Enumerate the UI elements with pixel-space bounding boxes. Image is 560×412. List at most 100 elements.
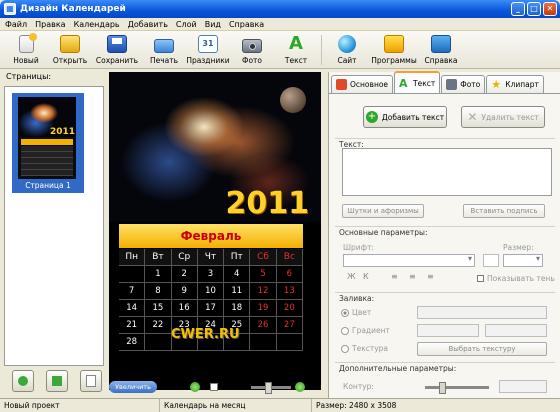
app-icon: ▦ — [4, 3, 16, 15]
day-cell: 18 — [224, 300, 251, 317]
day-cell — [276, 334, 303, 351]
fill-color-field[interactable] — [417, 306, 547, 319]
weekday-label: Сб — [250, 249, 277, 266]
site-button[interactable]: Сайт — [325, 31, 369, 69]
globe-icon — [338, 35, 356, 53]
menu-calendar[interactable]: Календарь — [74, 20, 120, 29]
gradient-start-field[interactable] — [417, 324, 479, 337]
tab-clipart[interactable]: ★ Клипарт — [486, 75, 544, 93]
day-cell: 7 — [119, 283, 146, 300]
calendar-31-icon: 31 — [198, 35, 218, 53]
font-label: Шрифт: — [343, 243, 374, 252]
italic-icon[interactable]: К — [363, 272, 369, 281]
menu-file[interactable]: Файл — [5, 20, 27, 29]
weekday-label: Чт — [197, 249, 225, 266]
tab-main[interactable]: Основное — [331, 75, 394, 93]
align-center-icon[interactable]: ≡ — [409, 272, 416, 281]
save-button[interactable]: Сохранить — [92, 31, 142, 69]
week-row: 14 15 16 17 18 19 20 — [119, 300, 303, 317]
printer-icon — [154, 39, 174, 53]
open-button[interactable]: Открыть — [48, 31, 92, 69]
delete-page-icon — [86, 375, 96, 387]
programs-button[interactable]: Программы — [369, 31, 419, 69]
week-row: 7 8 9 10 11 12 13 — [119, 283, 303, 300]
help-button[interactable]: Справка — [419, 31, 463, 69]
text-input[interactable] — [342, 148, 552, 196]
page-thumbnail-selected[interactable]: 2011 Страница 1 — [12, 93, 84, 193]
day-cell: 22 — [145, 317, 172, 334]
folder-open-icon — [60, 35, 80, 53]
bold-icon[interactable]: Ж — [347, 272, 356, 281]
zoom-in-button[interactable]: Увеличить — [109, 381, 157, 393]
pages-label: Страницы: — [6, 72, 52, 81]
copy-page-icon — [52, 376, 62, 386]
text-tab-icon: A — [399, 76, 408, 90]
font-color-box[interactable] — [483, 254, 499, 267]
day-cell: 1 — [145, 266, 172, 283]
day-cell: 17 — [197, 300, 225, 317]
align-right-icon[interactable]: ≡ — [427, 272, 434, 281]
status-calendar-type: Календарь на месяц — [160, 398, 312, 412]
menu-add[interactable]: Добавить — [128, 20, 168, 29]
grid-checkbox[interactable] — [209, 383, 218, 391]
day-cell — [250, 334, 277, 351]
pages-panel: Страницы: 2011 Страница 1 — [4, 72, 104, 398]
holidays-button[interactable]: 31 Праздники — [186, 31, 230, 69]
menu-layer[interactable]: Слой — [176, 20, 197, 29]
tab-text[interactable]: A Текст — [394, 71, 441, 93]
font-select[interactable] — [343, 254, 475, 267]
calendar-canvas[interactable]: 2011 Февраль Пн Вт Ср Чт Пт Сб Вс 123456… — [109, 72, 321, 390]
pages-list[interactable]: 2011 Страница 1 — [4, 86, 104, 366]
text-button[interactable]: A Текст — [274, 31, 318, 69]
tab-photo[interactable]: Фото — [441, 75, 486, 93]
menu-edit[interactable]: Правка — [35, 20, 65, 29]
contour-slider[interactable] — [425, 382, 489, 394]
minimize-button[interactable]: _ — [511, 2, 525, 16]
day-cell: 28 — [119, 334, 146, 351]
jokes-button[interactable]: Шутки и афоризмы — [342, 204, 424, 218]
grid-apply-icon[interactable] — [295, 382, 306, 392]
close-button[interactable]: ✕ — [543, 2, 557, 16]
day-cell: 3 — [197, 266, 225, 283]
grid-slider[interactable] — [251, 381, 292, 394]
section-divider — [335, 138, 555, 139]
contour-label: Контур: — [343, 382, 374, 391]
contour-color-field[interactable] — [499, 380, 547, 393]
delete-text-button[interactable]: ✕ Удалить текст — [461, 106, 545, 128]
fill-texture-radio[interactable]: Текстура — [341, 344, 388, 353]
weekday-row: Пн Вт Ср Чт Пт Сб Вс — [119, 249, 303, 266]
maximize-button[interactable]: □ — [527, 2, 541, 16]
delete-page-button[interactable] — [80, 370, 102, 392]
photo-button[interactable]: Фото — [230, 31, 274, 69]
fill-color-radio[interactable]: Цвет — [341, 308, 371, 317]
menu-view[interactable]: Вид — [205, 20, 221, 29]
page-thumbnail-image: 2011 — [18, 97, 76, 179]
choose-texture-button[interactable]: Выбрать текстуру — [417, 342, 547, 356]
canvas-controls: Увеличить 27% Сетка — [109, 380, 327, 394]
day-cell: 14 — [119, 300, 146, 317]
fill-gradient-radio[interactable]: Градиент — [341, 326, 390, 335]
show-shadow-checkbox[interactable]: Показывать тень — [477, 274, 555, 283]
add-page-button[interactable] — [12, 370, 34, 392]
section-divider — [335, 362, 555, 363]
calendar-month[interactable]: Февраль — [119, 224, 303, 248]
print-button[interactable]: Печать — [142, 31, 186, 69]
zoom-reset-icon[interactable] — [189, 382, 200, 392]
insert-caption-button[interactable]: Вставить подпись — [463, 204, 545, 218]
new-button[interactable]: Новый — [4, 31, 48, 69]
add-text-button[interactable]: + Добавить текст — [363, 106, 447, 128]
status-project: Новый проект — [0, 398, 160, 412]
clipart-star-icon: ★ — [491, 78, 502, 91]
title-bar: ▦ Дизайн Календарей _ □ ✕ — [0, 0, 560, 18]
gradient-end-field[interactable] — [485, 324, 547, 337]
size-select[interactable] — [503, 254, 543, 267]
menu-help[interactable]: Справка — [229, 20, 264, 29]
copy-page-button[interactable] — [46, 370, 68, 392]
grid-toggle[interactable]: Сетка — [209, 383, 243, 392]
day-cell: 2 — [171, 266, 198, 283]
day-cell: 26 — [250, 317, 277, 334]
size-label: Размер: — [503, 243, 534, 252]
add-page-icon — [18, 376, 28, 386]
align-left-icon[interactable]: ≡ — [391, 272, 398, 281]
calendar-year[interactable]: 2011 — [226, 186, 310, 221]
